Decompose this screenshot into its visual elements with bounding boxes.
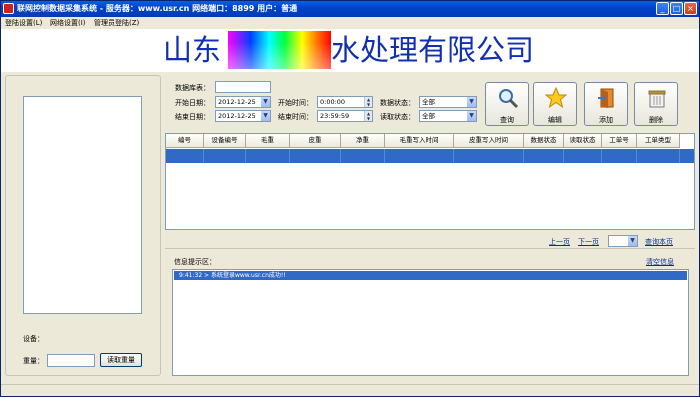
read-weight-button[interactable]: 读取重量 (100, 353, 142, 367)
message-line[interactable]: 9:41:32 > 系统登录www.usr.cn成功!! (174, 271, 687, 280)
query-button-label: 查询 (500, 116, 514, 124)
column-header[interactable]: 毛重 (246, 134, 290, 148)
start-date-picker[interactable]: 2012-12-25 ▼ (215, 96, 271, 108)
message-list[interactable]: 9:41:32 > 系统登录www.usr.cn成功!! (172, 269, 689, 376)
column-header[interactable]: 净重 (341, 134, 385, 148)
chevron-down-icon[interactable]: ▼ (466, 111, 476, 121)
chevron-down-icon[interactable]: ▼ (466, 97, 476, 107)
read-status-label: 读取状态： (380, 113, 415, 121)
banner-text-left: 山东 (163, 33, 222, 67)
table-row[interactable] (166, 149, 694, 163)
edit-button[interactable]: 编辑 (533, 82, 577, 126)
database-input[interactable] (215, 81, 271, 93)
column-header[interactable]: 读取状态 (564, 134, 602, 148)
trash-bin-icon (648, 90, 666, 108)
table-cell (524, 149, 564, 163)
start-date-label: 开始日期： (175, 99, 210, 107)
data-status-select[interactable]: 全部 ▼ (419, 96, 477, 108)
end-time-input[interactable]: 23:59:59 ▲ ▼ (317, 110, 373, 122)
edit-button-label: 编辑 (548, 116, 562, 124)
table-header: 编号 设备编号 毛重 皮重 净重 毛重写入时间 皮重写入时间 数据状态 读取状态… (166, 134, 694, 148)
spin-arrows-icon[interactable]: ▲ ▼ (364, 97, 372, 107)
end-date-label: 结束日期： (175, 113, 210, 121)
menu-network-settings[interactable]: 网络设置(I) (50, 18, 86, 28)
data-table[interactable]: 编号 设备编号 毛重 皮重 净重 毛重写入时间 皮重写入时间 数据状态 读取状态… (165, 133, 695, 230)
banner-text-right: 水处理有限公司 (331, 33, 535, 67)
column-header[interactable]: 工单类型 (637, 134, 680, 148)
close-button[interactable]: × (684, 2, 697, 15)
weight-label: 重量： (23, 357, 44, 365)
chevron-down-icon[interactable]: ▼ (260, 111, 270, 121)
title-bar[interactable]: 联网控制数据采集系统 - 服务器：www.usr.cn 网络端口：8899 用户… (1, 1, 699, 17)
data-status-value: 全部 (422, 98, 435, 106)
column-header[interactable]: 编号 (166, 134, 204, 148)
start-date-value: 2012-12-25 (218, 98, 256, 106)
table-cell (166, 149, 204, 163)
data-status-label: 数据状态： (380, 99, 415, 107)
end-date-value: 2012-12-25 (218, 112, 256, 120)
table-cell (246, 149, 290, 163)
menu-bar: 登陆设置(L) 网络设置(I) 管理员登陆(Z) (1, 17, 699, 29)
main-window: 联网控制数据采集系统 - 服务器：www.usr.cn 网络端口：8899 用户… (0, 0, 700, 397)
end-time-label: 结束时间： (278, 113, 313, 121)
company-banner: 山东 水处理有限公司 (1, 29, 699, 72)
column-header[interactable]: 设备编号 (204, 134, 246, 148)
read-status-select[interactable]: 全部 ▼ (419, 110, 477, 122)
column-header[interactable]: 皮重 (290, 134, 341, 148)
page-select[interactable]: ▼ (608, 235, 638, 247)
maximize-button[interactable]: □ (670, 2, 683, 15)
next-page-link[interactable]: 下一页 (578, 237, 599, 247)
menu-admin-login[interactable]: 管理员登陆(Z) (94, 18, 139, 28)
table-cell (637, 149, 680, 163)
app-icon (3, 3, 14, 14)
delete-button[interactable]: 删除 (634, 82, 678, 126)
table-cell (564, 149, 602, 163)
table-cell (204, 149, 246, 163)
door-icon (598, 88, 614, 108)
column-header[interactable]: 毛重写入时间 (385, 134, 454, 148)
chevron-down-icon[interactable]: ▼ (627, 236, 637, 246)
weight-input[interactable] (47, 354, 95, 367)
query-button[interactable]: 查询 (485, 82, 529, 126)
table-cell (454, 149, 524, 163)
message-area-label: 信息提示区： (174, 258, 216, 266)
star-icon (545, 87, 567, 109)
start-time-input[interactable]: 0:00:00 ▲ ▼ (317, 96, 373, 108)
query-page-link[interactable]: 查询本页 (645, 237, 673, 247)
device-label: 设备： (23, 335, 44, 343)
minimize-button[interactable]: _ (656, 2, 669, 15)
rainbow-logo-image (228, 31, 331, 69)
delete-button-label: 删除 (649, 116, 663, 124)
table-cell (602, 149, 637, 163)
database-label: 数据库表： (175, 84, 210, 92)
column-header[interactable]: 数据状态 (524, 134, 564, 148)
end-date-picker[interactable]: 2012-12-25 ▼ (215, 110, 271, 122)
magnifier-icon (499, 89, 519, 109)
table-cell (341, 149, 385, 163)
spin-arrows-icon[interactable]: ▲ ▼ (364, 111, 372, 121)
add-button-label: 添加 (599, 116, 613, 124)
chevron-down-icon[interactable]: ▼ (260, 97, 270, 107)
device-list[interactable] (23, 96, 142, 314)
start-time-value: 0:00:00 (320, 98, 346, 106)
column-header[interactable]: 工单号 (602, 134, 637, 148)
column-header[interactable]: 皮重写入时间 (454, 134, 524, 148)
clear-messages-link[interactable]: 清空信息 (646, 257, 674, 267)
read-status-value: 全部 (422, 112, 435, 120)
end-time-value: 23:59:59 (320, 112, 350, 120)
table-cell (290, 149, 341, 163)
menu-login-settings[interactable]: 登陆设置(L) (5, 18, 42, 28)
start-time-label: 开始时间： (278, 99, 313, 107)
device-count-label: 当前设备数：0 (15, 10, 62, 18)
table-cell (385, 149, 454, 163)
status-bar (1, 384, 699, 396)
prev-page-link[interactable]: 上一页 (549, 237, 570, 247)
add-button[interactable]: 添加 (584, 82, 628, 126)
